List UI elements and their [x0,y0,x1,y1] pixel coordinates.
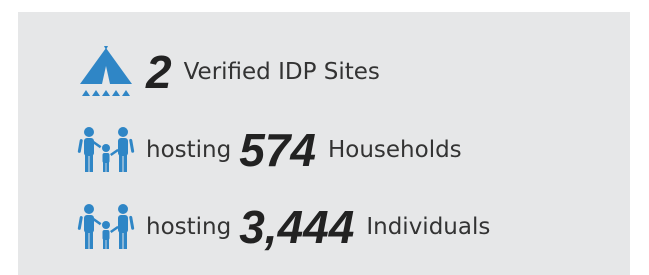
stat-prefix: hosting [146,213,232,240]
stat-row-idp-sites: 2 Verified IDP Sites [66,44,388,100]
stat-row-individuals: hosting 3,444 Individuals [66,199,498,255]
stats-panel: 2 Verified IDP Sites hosting 574 Househo… [18,12,630,275]
stat-row-households: hosting 574 Households [66,122,470,178]
stat-value: 574 [239,124,316,176]
stat-value: 2 [146,46,172,98]
stat-label: Verified IDP Sites [183,58,380,85]
stat-value: 3,444 [239,201,355,253]
stat-label: Individuals [366,213,491,240]
family-icon [66,199,146,255]
stat-label: Households [327,136,462,163]
stat-prefix: hosting [146,136,232,163]
family-icon [66,122,146,178]
tent-icon [66,44,146,100]
